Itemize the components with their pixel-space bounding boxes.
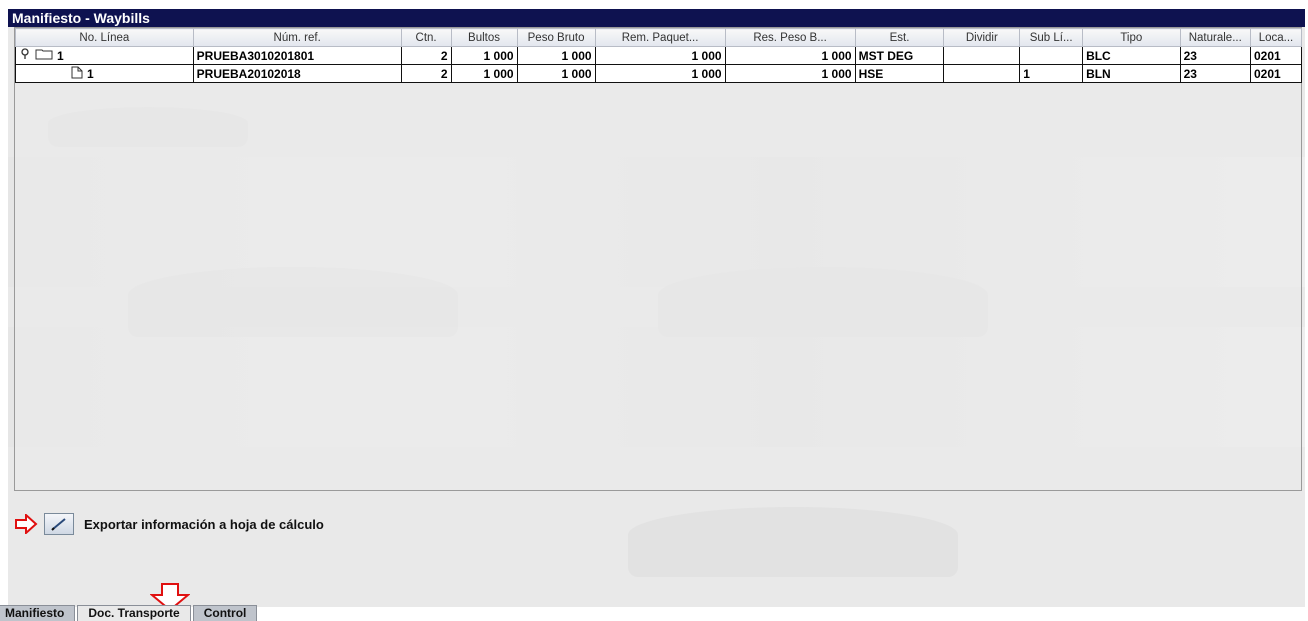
- export-label[interactable]: Exportar información a hoja de cálculo: [84, 517, 324, 532]
- tipo-cell[interactable]: BLN: [1082, 64, 1181, 83]
- table-row[interactable]: 1 PRUEBA3010201801 2 1 000 1 000 1 000 1…: [15, 46, 1303, 65]
- res-peso-cell[interactable]: 1 000: [724, 64, 856, 83]
- column-header[interactable]: Peso Bruto: [516, 28, 596, 47]
- rem-paquet-cell[interactable]: 1 000: [594, 46, 726, 65]
- column-header[interactable]: Tipo: [1082, 28, 1181, 47]
- column-header[interactable]: Naturale...: [1179, 28, 1251, 47]
- export-spreadsheet-button[interactable]: [44, 513, 74, 535]
- naturaleza-cell[interactable]: 23: [1179, 64, 1251, 83]
- res-peso-cell[interactable]: 1 000: [724, 46, 856, 65]
- line-cell[interactable]: 1: [15, 64, 194, 83]
- column-header[interactable]: Ctn.: [400, 28, 452, 47]
- column-header[interactable]: No. Línea: [15, 28, 194, 47]
- naturaleza-cell[interactable]: 23: [1179, 46, 1251, 65]
- column-header[interactable]: Est.: [854, 28, 945, 47]
- est-cell[interactable]: HSE: [854, 64, 945, 83]
- line-number: 1: [57, 48, 64, 63]
- waybills-table: No. Línea Núm. ref. Ctn. Bultos Peso Bru…: [15, 28, 1303, 83]
- annotation-arrow-right-icon: [15, 514, 38, 534]
- dividir-cell[interactable]: [943, 46, 1021, 65]
- tree-toggle-icon[interactable]: [19, 48, 31, 63]
- locacion-cell[interactable]: 0201: [1249, 64, 1303, 83]
- column-header[interactable]: Res. Peso B...: [724, 28, 856, 47]
- column-header[interactable]: Loca...: [1249, 28, 1303, 47]
- sub-linea-cell[interactable]: [1019, 46, 1084, 65]
- table-row[interactable]: 1 PRUEBA20102018 2 1 000 1 000 1 000 1 0…: [15, 64, 1303, 83]
- pencil-icon: [51, 518, 66, 531]
- folder-icon: [35, 48, 53, 63]
- table-header-row: No. Línea Núm. ref. Ctn. Bultos Peso Bru…: [15, 28, 1303, 47]
- dividir-cell[interactable]: [943, 64, 1021, 83]
- line-number: 1: [87, 66, 94, 81]
- column-header[interactable]: Bultos: [450, 28, 518, 47]
- locacion-cell[interactable]: 0201: [1249, 46, 1303, 65]
- window-title: Manifiesto - Waybills: [8, 9, 1305, 27]
- bultos-cell[interactable]: 1 000: [450, 46, 518, 65]
- ref-cell[interactable]: PRUEBA20102018: [192, 64, 402, 83]
- ctn-cell[interactable]: 2: [400, 46, 452, 65]
- bottom-tab-bar: Manifiesto Doc. Transporte Control: [0, 605, 259, 621]
- peso-bruto-cell[interactable]: 1 000: [516, 46, 596, 65]
- est-cell[interactable]: MST DEG: [854, 46, 945, 65]
- line-cell[interactable]: 1: [15, 46, 194, 65]
- document-icon: [71, 66, 83, 82]
- export-row: Exportar información a hoja de cálculo: [14, 512, 324, 536]
- tipo-cell[interactable]: BLC: [1082, 46, 1181, 65]
- tab-control[interactable]: Control: [192, 605, 258, 621]
- ship-watermark: [628, 507, 958, 577]
- sub-linea-cell[interactable]: 1: [1019, 64, 1084, 83]
- tab-manifiesto[interactable]: Manifiesto: [0, 605, 76, 621]
- column-header[interactable]: Núm. ref.: [192, 28, 402, 47]
- peso-bruto-cell[interactable]: 1 000: [516, 64, 596, 83]
- rem-paquet-cell[interactable]: 1 000: [594, 64, 726, 83]
- column-header[interactable]: Dividir: [943, 28, 1021, 47]
- ctn-cell[interactable]: 2: [400, 64, 452, 83]
- bultos-cell[interactable]: 1 000: [450, 64, 518, 83]
- column-header[interactable]: Rem. Paquet...: [594, 28, 726, 47]
- column-header[interactable]: Sub Lí...: [1019, 28, 1084, 47]
- ref-cell[interactable]: PRUEBA3010201801: [192, 46, 402, 65]
- waybills-table-area[interactable]: No. Línea Núm. ref. Ctn. Bultos Peso Bru…: [14, 27, 1303, 491]
- tab-doc-transporte[interactable]: Doc. Transporte: [77, 605, 191, 621]
